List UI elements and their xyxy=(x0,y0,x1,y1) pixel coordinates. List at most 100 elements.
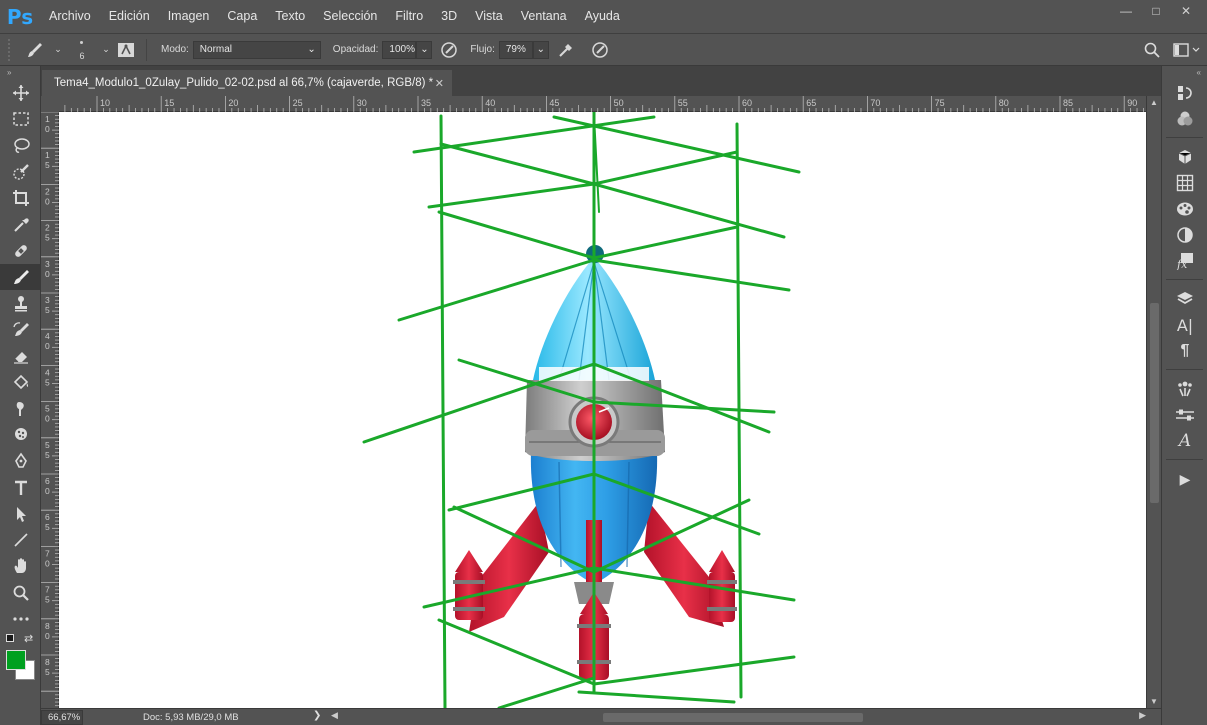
smudge-tool-icon[interactable] xyxy=(0,396,41,422)
color-swatches: ⇄ xyxy=(0,632,41,690)
swap-colors-icon[interactable]: ⇄ xyxy=(24,632,33,645)
menu-item-vista[interactable]: Vista xyxy=(466,0,512,33)
chevron-down-icon[interactable]: ⌄ xyxy=(52,44,64,55)
search-icon[interactable] xyxy=(1137,42,1167,58)
path-selection-tool-icon[interactable] xyxy=(0,501,41,527)
vertical-ruler[interactable]: 10152025303540455055606570758085 xyxy=(41,111,59,708)
clone-stamp-tool-icon[interactable] xyxy=(0,290,41,316)
options-grip[interactable] xyxy=(8,38,18,61)
healing-brush-tool-icon[interactable] xyxy=(0,238,41,264)
ruler-label: 1 xyxy=(45,114,50,124)
move-tool-icon[interactable] xyxy=(0,80,41,106)
ruler-label: 75 xyxy=(935,98,945,108)
type-tool-icon[interactable] xyxy=(0,474,41,500)
opacity-dropdown[interactable]: ⌄ xyxy=(416,40,433,59)
brush-tool-icon[interactable] xyxy=(0,264,41,291)
pen-tool-icon[interactable] xyxy=(0,448,41,474)
zoom-level-field[interactable]: 66,67% xyxy=(41,709,83,725)
close-tab-icon[interactable]: ✕ xyxy=(435,77,444,90)
horizontal-scroll-thumb[interactable] xyxy=(603,713,863,722)
vertical-scroll-thumb[interactable] xyxy=(1150,303,1159,503)
flow-input[interactable]: 79% xyxy=(498,40,533,59)
ruler-label: 80 xyxy=(999,98,1009,108)
ruler-label: 10 xyxy=(100,98,110,108)
default-colors-icon[interactable] xyxy=(6,634,14,643)
opacity-input[interactable]: 100% xyxy=(382,40,417,59)
pressure-size-icon[interactable] xyxy=(583,41,617,59)
pressure-opacity-icon[interactable] xyxy=(432,41,466,59)
scroll-up-icon[interactable]: ▲ xyxy=(1150,98,1158,107)
swatches-panel-icon[interactable] xyxy=(1162,170,1207,196)
workspace-switcher-icon[interactable] xyxy=(1167,42,1207,57)
crop-tool-icon[interactable] xyxy=(0,185,41,211)
horizontal-ruler[interactable]: 10 15 20 25 30 35 40 45 50 55 60 65 70 75 80 85 90 xyxy=(59,96,1146,112)
color-panel-icon[interactable] xyxy=(1162,106,1207,132)
menu-item-edici-n[interactable]: Edición xyxy=(100,0,159,33)
minimize-button[interactable]: — xyxy=(1111,2,1141,20)
adjustments-panel-icon[interactable] xyxy=(1162,222,1207,248)
ruler-label: 6 xyxy=(45,512,50,522)
flow-label: Flujo: xyxy=(470,44,495,55)
airbrush-icon[interactable] xyxy=(549,41,583,59)
foreground-color-swatch[interactable] xyxy=(6,650,26,671)
svg-text:fx: fx xyxy=(1176,258,1188,270)
eraser-tool-icon[interactable] xyxy=(0,343,41,369)
brush-settings-panel-icon[interactable] xyxy=(1162,402,1207,428)
scroll-left-icon[interactable]: ◀ xyxy=(331,710,338,721)
ruler-origin[interactable] xyxy=(41,96,59,112)
menu-item-selecci-n[interactable]: Selección xyxy=(314,0,386,33)
menu-item-filtro[interactable]: Filtro xyxy=(386,0,432,33)
brushes-panel-icon[interactable] xyxy=(1162,376,1207,402)
3d-panel-icon[interactable] xyxy=(1162,144,1207,170)
character-panel-icon[interactable]: A| xyxy=(1162,312,1207,338)
brush-size-picker[interactable]: 6 xyxy=(64,35,100,65)
paint-bucket-tool-icon[interactable] xyxy=(0,369,41,395)
scroll-down-icon[interactable]: ▼ xyxy=(1150,697,1158,706)
panel-collapse-icon[interactable]: » xyxy=(0,66,40,80)
panel-collapse-icon[interactable]: « xyxy=(1162,66,1207,80)
chevron-down-icon[interactable]: ⌄ xyxy=(100,44,112,55)
horizontal-scrollbar[interactable]: ◀ ▶ xyxy=(331,710,1146,723)
brush-panel-toggle-icon[interactable] xyxy=(112,42,140,58)
history-panel-icon[interactable] xyxy=(1162,80,1207,106)
marquee-tool-icon[interactable] xyxy=(0,106,41,132)
eyedropper-tool-icon[interactable] xyxy=(0,211,41,237)
mode-select[interactable]: Normal ⌄ xyxy=(192,40,321,59)
menu-item-imagen[interactable]: Imagen xyxy=(159,0,219,33)
menu-item-texto[interactable]: Texto xyxy=(266,0,314,33)
dodge-tool-icon[interactable] xyxy=(0,422,41,448)
menu-item-capa[interactable]: Capa xyxy=(218,0,266,33)
brush-preset-icon[interactable] xyxy=(18,40,52,60)
layers-panel-icon[interactable] xyxy=(1162,286,1207,312)
styles-panel-icon[interactable] xyxy=(1162,196,1207,222)
more-tools-icon[interactable] xyxy=(0,606,41,632)
canvas-area[interactable] xyxy=(59,112,1147,708)
ruler-label: 65 xyxy=(806,98,816,108)
flow-dropdown[interactable]: ⌄ xyxy=(532,40,549,59)
glyphs-panel-icon[interactable]: A xyxy=(1162,428,1207,454)
menu-item-ventana[interactable]: Ventana xyxy=(512,0,576,33)
ruler-label: 2 xyxy=(45,223,50,233)
menu-item-ayuda[interactable]: Ayuda xyxy=(576,0,629,33)
zoom-tool-icon[interactable] xyxy=(0,580,41,606)
hand-tool-icon[interactable] xyxy=(0,553,41,579)
maximize-button[interactable]: □ xyxy=(1141,2,1171,20)
lasso-tool-icon[interactable] xyxy=(0,133,41,159)
vertical-scrollbar[interactable]: ▲ ▼ xyxy=(1146,96,1161,708)
opacity-value: 100% xyxy=(389,43,415,55)
quick-selection-tool-icon[interactable] xyxy=(0,159,41,185)
document-canvas[interactable] xyxy=(59,112,1146,708)
paragraph-panel-icon[interactable]: ¶ xyxy=(1162,338,1207,364)
history-brush-tool-icon[interactable] xyxy=(0,317,41,343)
document-tab[interactable]: Tema4_Modulo1_0Zulay_Pulido_02-02.psd al… xyxy=(42,70,452,96)
close-button[interactable]: ✕ xyxy=(1171,2,1201,20)
menu-item-archivo[interactable]: Archivo xyxy=(40,0,100,33)
menu-item-3d[interactable]: 3D xyxy=(432,0,466,33)
ruler-label: 0 xyxy=(45,269,50,279)
status-menu-arrow[interactable]: ❯ xyxy=(313,710,321,721)
scroll-right-icon[interactable]: ▶ xyxy=(1139,710,1146,721)
actions-panel-icon[interactable]: ▶ xyxy=(1162,466,1207,492)
ruler-label: 8 xyxy=(45,621,50,631)
line-tool-icon[interactable] xyxy=(0,527,41,553)
fx-styles-panel-icon[interactable]: fx xyxy=(1162,248,1207,274)
